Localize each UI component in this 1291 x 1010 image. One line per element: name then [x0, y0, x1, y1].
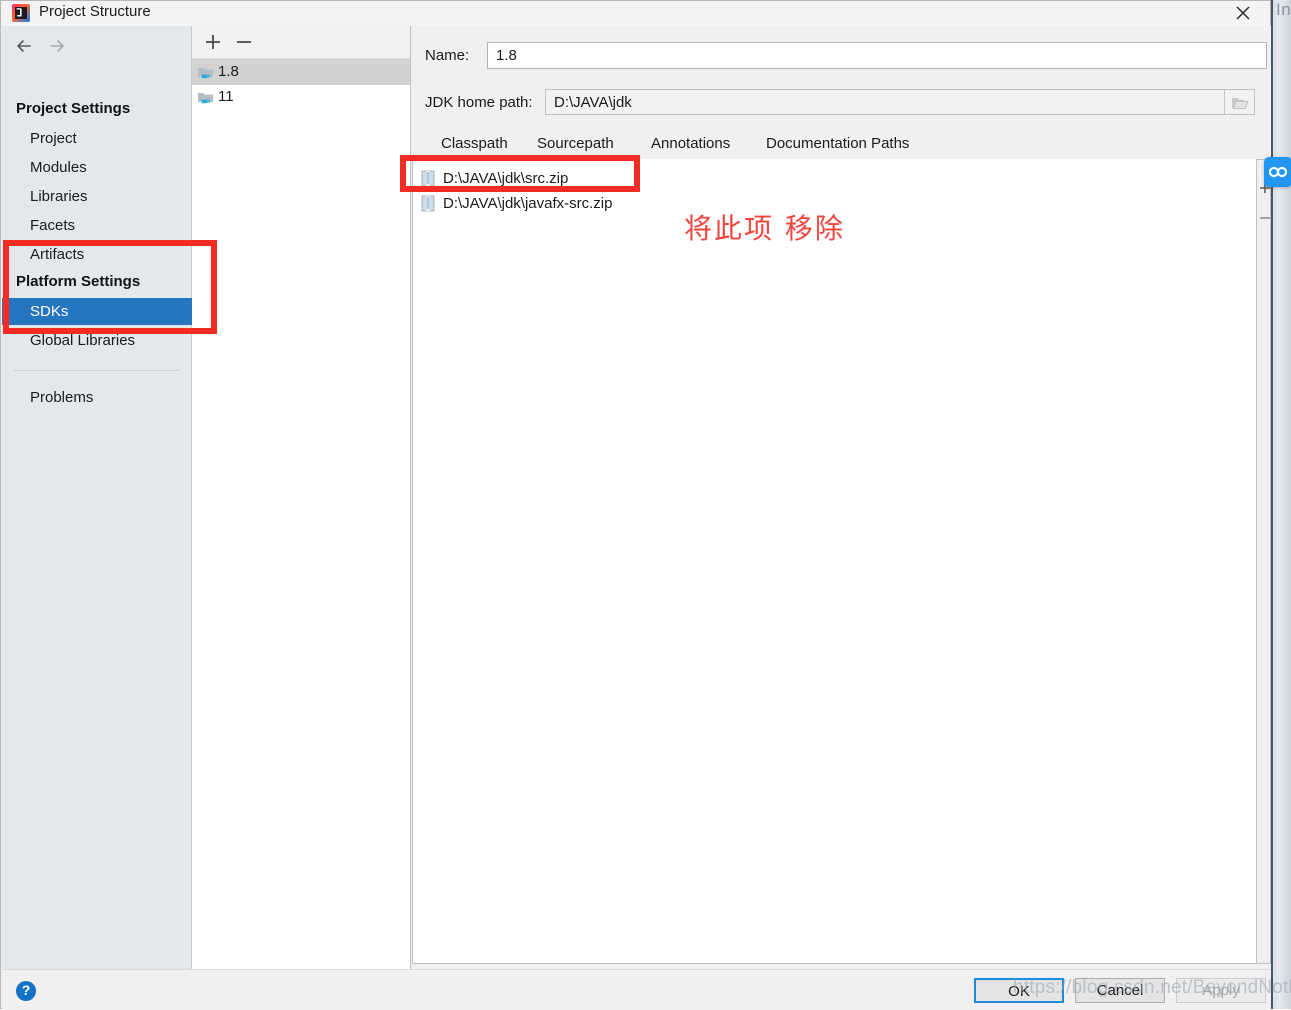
folder-open-icon[interactable] [1225, 89, 1255, 115]
ok-button[interactable]: OK [974, 978, 1064, 1003]
tab-sourcepath[interactable]: Sourcepath [529, 129, 622, 158]
sdk-list-toolbar [192, 26, 410, 59]
jdk-home-path-label: JDK home path: [425, 94, 533, 111]
sdk-paths-tabbar: Classpath Sourcepath Annotations Documen… [412, 129, 1271, 159]
dialog-right-edge-line [1271, 0, 1273, 1009]
settings-sidebar: Project Settings Project Modules Librari… [2, 26, 192, 969]
minus-icon[interactable] [233, 31, 255, 53]
sdk-list-item-label: 1.8 [218, 63, 239, 80]
jdk-home-path-input[interactable]: D:\JAVA\jdk [545, 89, 1225, 115]
sdk-list-item[interactable]: 11 [192, 84, 410, 110]
sourcepath-rail-toolbar [1257, 159, 1271, 964]
sdk-list-item-label: 11 [218, 88, 234, 105]
file-list-row-label: D:\JAVA\jdk\javafx-src.zip [443, 195, 613, 212]
jdk-folder-icon [197, 64, 214, 80]
sidebar-item-libraries[interactable]: Libraries [2, 183, 192, 210]
sidebar-item-facets[interactable]: Facets [2, 212, 192, 239]
ide-background-right-strip [1272, 0, 1291, 1009]
cancel-button[interactable]: Cancel [1075, 978, 1165, 1003]
sidebar-group-project-settings: Project Settings [16, 100, 131, 117]
dialog-bottom-bar: ? OK Cancel Apply [2, 969, 1271, 1010]
tab-documentation-paths[interactable]: Documentation Paths [766, 129, 909, 158]
project-structure-dialog: Project Structure Project Settings Proje… [0, 0, 1271, 1010]
sidebar-item-global-libraries[interactable]: Global Libraries [2, 327, 192, 354]
sidebar-divider [14, 370, 180, 371]
name-label: Name: [425, 47, 470, 64]
sidebar-navigation [12, 33, 92, 59]
zip-archive-icon [421, 195, 435, 212]
plus-icon[interactable] [202, 31, 224, 53]
dialog-titlebar: Project Structure [1, 1, 1270, 27]
arrow-left-icon[interactable] [12, 33, 38, 59]
help-icon[interactable]: ? [16, 981, 36, 1001]
sidebar-item-modules[interactable]: Modules [2, 154, 192, 181]
link-chain-icon[interactable] [1264, 157, 1291, 187]
file-list-row[interactable]: D:\JAVA\jdk\src.zip [413, 166, 1256, 191]
jdk-folder-icon [197, 89, 214, 105]
zip-archive-icon [421, 170, 435, 187]
dialog-title: Project Structure [39, 3, 151, 20]
sidebar-item-sdks[interactable]: SDKs [2, 298, 192, 325]
sidebar-item-artifacts[interactable]: Artifacts [2, 241, 192, 268]
sdk-list-panel: 1.8 11 [192, 26, 411, 969]
intellij-idea-icon [12, 4, 30, 22]
name-input[interactable]: 1.8 [487, 42, 1267, 69]
arrow-right-icon[interactable] [44, 33, 70, 59]
close-icon[interactable] [1220, 1, 1264, 26]
apply-button[interactable]: Apply [1176, 978, 1266, 1003]
tab-annotations[interactable]: Annotations [651, 129, 730, 158]
background-editor-text: In [1276, 0, 1291, 19]
sidebar-item-project[interactable]: Project [2, 125, 192, 152]
sdk-list-item[interactable]: 1.8 [192, 59, 410, 85]
file-list-row[interactable]: D:\JAVA\jdk\javafx-src.zip [413, 191, 1256, 216]
sourcepath-file-list[interactable]: D:\JAVA\jdk\src.zip D:\JAVA\jdk\javafx-s… [412, 159, 1257, 964]
tab-classpath[interactable]: Classpath [441, 129, 508, 158]
sidebar-group-platform-settings: Platform Settings [16, 273, 141, 290]
sidebar-item-problems[interactable]: Problems [2, 384, 192, 411]
file-list-row-label: D:\JAVA\jdk\src.zip [443, 170, 569, 187]
remove-path-minus-icon[interactable] [1258, 208, 1272, 228]
